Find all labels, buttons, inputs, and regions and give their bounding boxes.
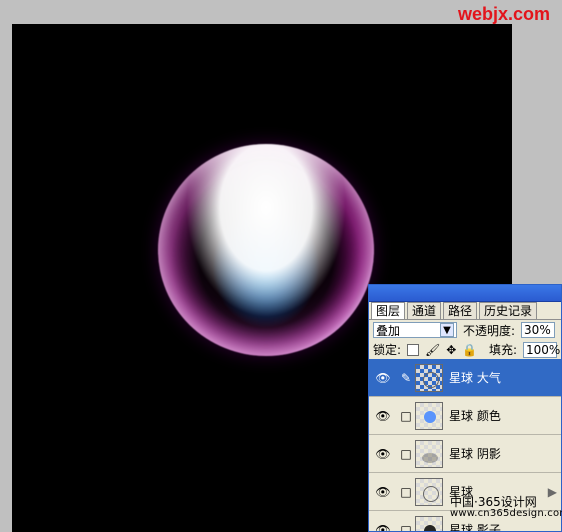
thumb-shadow-icon xyxy=(422,452,438,463)
layer-row[interactable]: 👁 ✎ 星球 大气 xyxy=(369,359,561,397)
glossy-orb xyxy=(158,144,374,356)
lock-row: 锁定: 🖌 ✥ 🔒 填充: 100% xyxy=(369,340,561,360)
tab-history[interactable]: 历史记录 xyxy=(479,302,538,319)
thumb-ring-icon xyxy=(423,371,439,388)
brush-icon[interactable]: 🖌 xyxy=(425,343,440,357)
layer-name: 星球 大气 xyxy=(449,371,501,385)
link-slot-icon: □ xyxy=(400,408,412,423)
orb-rim xyxy=(158,144,374,356)
thumb-dark-dot-icon xyxy=(424,524,436,531)
opacity-field[interactable]: 30% xyxy=(521,322,556,338)
thumb-blue-dot-icon xyxy=(424,410,436,423)
fill-label: 填充: xyxy=(488,343,517,357)
panel-tabs: 图层 通道 路径 历史记录 xyxy=(369,302,561,320)
watermark-bottom-url: www.cn365design.com xyxy=(450,508,562,519)
layer-thumbnail xyxy=(415,477,443,506)
layer-row[interactable]: 👁 □ 星球 阴影 xyxy=(369,435,561,473)
watermark-bottom-cn: 中国·365设计网 xyxy=(450,495,537,509)
layer-name: 星球 影子 xyxy=(449,523,501,531)
blend-mode-select[interactable]: 叠加 ▼ xyxy=(373,322,457,338)
move-icon[interactable]: ✥ xyxy=(446,343,456,357)
blend-mode-value: 叠加 xyxy=(376,323,401,338)
lock-icon[interactable]: 🔒 xyxy=(462,343,477,357)
layer-thumbnail xyxy=(415,515,443,531)
lock-icons: 🖌 ✥ 🔒 xyxy=(407,343,477,357)
layer-name: 星球 阴影 xyxy=(449,447,501,461)
layer-thumbnail xyxy=(415,401,443,430)
visibility-eye-icon[interactable]: 👁 xyxy=(369,447,397,461)
layer-thumbnail xyxy=(415,439,443,468)
tab-layers[interactable]: 图层 xyxy=(371,302,406,319)
tab-paths[interactable]: 路径 xyxy=(443,302,478,319)
link-slot-icon: □ xyxy=(400,522,412,532)
opacity-label: 不透明度: xyxy=(463,323,516,338)
lock-transparency-icon[interactable] xyxy=(407,343,420,356)
watermark-bottom: 中国·365设计网 www.cn365design.com xyxy=(450,496,562,520)
tab-channels[interactable]: 通道 xyxy=(407,302,442,319)
blend-row: 叠加 ▼ 不透明度: 30% xyxy=(369,320,561,340)
link-slot-icon: □ xyxy=(400,446,412,461)
panel-titlebar xyxy=(369,285,561,302)
visibility-eye-icon[interactable]: 👁 xyxy=(369,371,397,385)
visibility-eye-icon[interactable]: 👁 xyxy=(369,523,397,532)
watermark-top: webjx.com xyxy=(457,4,550,24)
layer-name: 星球 颜色 xyxy=(449,409,501,423)
chevron-down-icon[interactable]: ▼ xyxy=(440,323,454,337)
visibility-eye-icon[interactable]: 👁 xyxy=(369,409,397,423)
layer-row[interactable]: 👁 □ 星球 颜色 xyxy=(369,397,561,435)
layer-thumbnail xyxy=(415,363,443,392)
thumb-ring-icon xyxy=(423,485,439,502)
lock-label: 锁定: xyxy=(373,343,402,357)
visibility-eye-icon[interactable]: 👁 xyxy=(369,485,397,499)
fill-field[interactable]: 100% xyxy=(523,341,560,358)
link-slot-icon: □ xyxy=(400,484,412,499)
brush-lock-icon: ✎ xyxy=(400,370,412,385)
